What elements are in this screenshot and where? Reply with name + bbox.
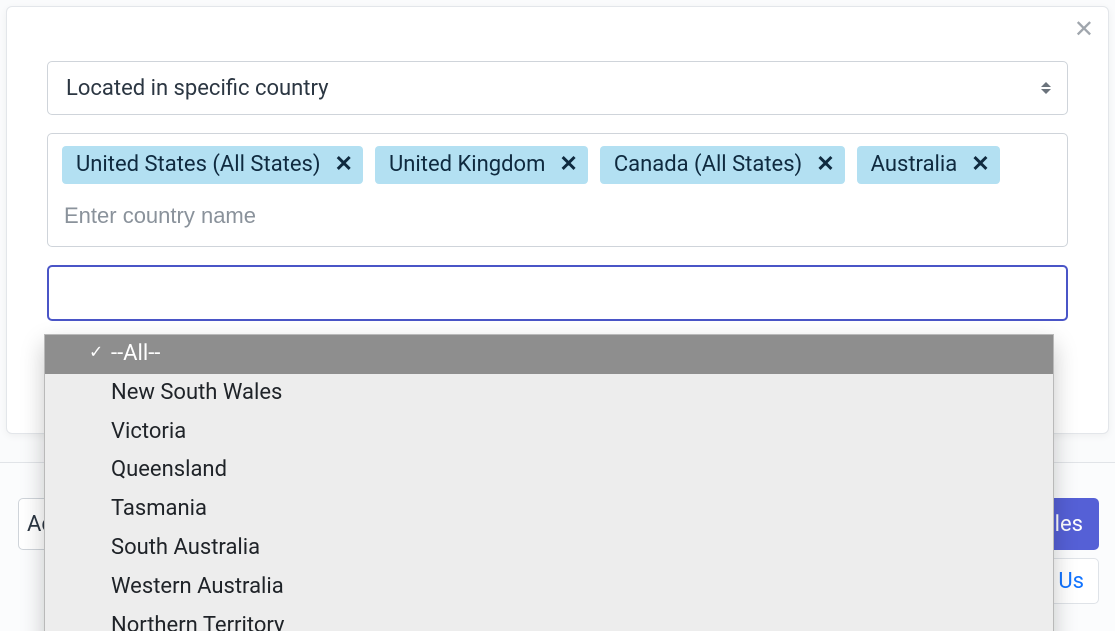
state-option[interactable]: Victoria xyxy=(45,413,1053,452)
country-chip: United States (All States) ✕ xyxy=(62,146,363,184)
mode-select-value: Located in specific country xyxy=(66,76,329,101)
country-chip: Canada (All States) ✕ xyxy=(600,146,845,184)
country-chip: Australia ✕ xyxy=(857,146,1000,184)
state-option-label: New South Wales xyxy=(111,380,282,405)
check-icon: ✓ xyxy=(89,342,103,366)
state-option[interactable]: South Australia xyxy=(45,529,1053,568)
state-option-label: Victoria xyxy=(111,419,186,444)
close-icon[interactable]: ✕ xyxy=(1074,17,1094,41)
state-option-label: Tasmania xyxy=(111,496,207,521)
state-select[interactable] xyxy=(47,265,1068,321)
chips-row: United States (All States)✕United Kingdo… xyxy=(62,146,1053,184)
country-chip-label: United Kingdom xyxy=(389,152,545,178)
state-option-label: South Australia xyxy=(111,535,260,560)
country-chips-box: United States (All States)✕United Kingdo… xyxy=(47,133,1068,247)
state-option[interactable]: New South Wales xyxy=(45,374,1053,413)
state-option[interactable]: Northern Territory xyxy=(45,607,1053,631)
country-chip-label: Australia xyxy=(871,152,958,178)
state-option[interactable]: Queensland xyxy=(45,451,1053,490)
state-option[interactable]: Tasmania xyxy=(45,490,1053,529)
country-chip: United Kingdom ✕ xyxy=(375,146,588,184)
chip-remove-icon[interactable]: ✕ xyxy=(971,152,989,178)
state-option-label: Queensland xyxy=(111,457,227,482)
state-option-label: Northern Territory xyxy=(111,613,284,631)
country-chip-label: United States (All States) xyxy=(76,152,321,178)
mode-select[interactable]: Located in specific country xyxy=(47,61,1068,115)
chip-remove-icon[interactable]: ✕ xyxy=(335,152,353,178)
state-option-label: Western Australia xyxy=(111,574,284,599)
updown-caret-icon xyxy=(1041,82,1051,94)
state-dropdown-list[interactable]: ✓ --All-- New South Wales Victoria Queenslan… xyxy=(44,334,1054,631)
state-option-label: --All-- xyxy=(111,341,160,366)
country-name-input[interactable] xyxy=(62,202,1053,230)
country-chip-label: Canada (All States) xyxy=(614,152,802,178)
chip-remove-icon[interactable]: ✕ xyxy=(559,152,577,178)
chip-remove-icon[interactable]: ✕ xyxy=(816,152,834,178)
state-option[interactable]: ✓ --All-- xyxy=(45,335,1053,374)
state-option[interactable]: Western Australia xyxy=(45,568,1053,607)
